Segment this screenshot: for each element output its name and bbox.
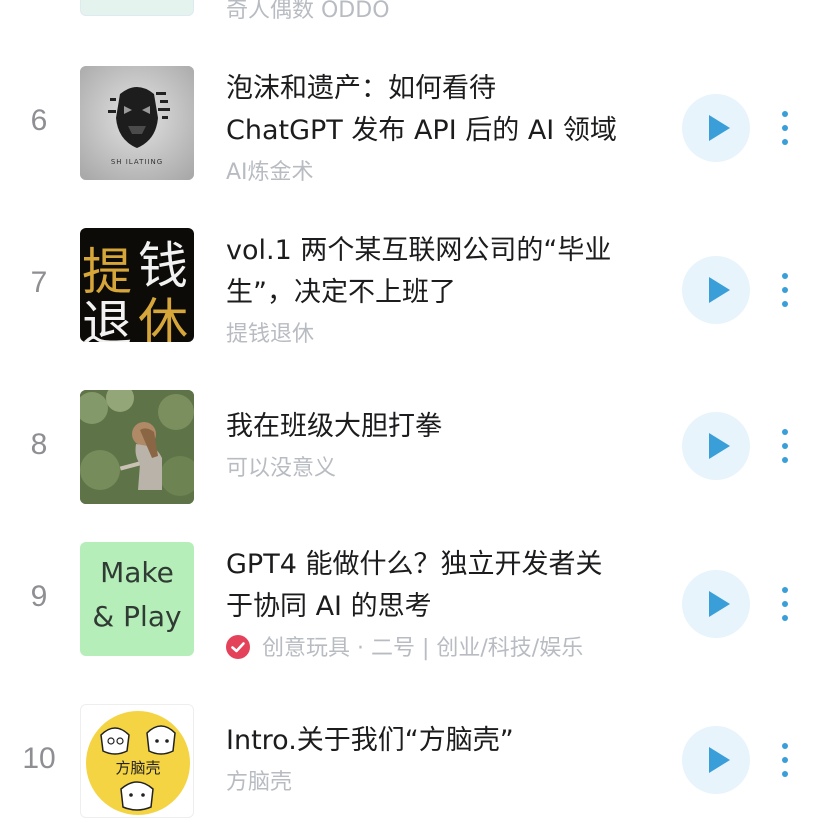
list-item[interactable]: 6 SH ILATIING 泡沫和遗产：如何看待 ChatGPT 发布 API …: [0, 60, 828, 210]
podcast-cover[interactable]: [80, 390, 194, 504]
girl-photo-cover: [80, 390, 194, 504]
rank-number: 9: [30, 580, 48, 613]
rank-number: 6: [30, 104, 48, 137]
episode-title[interactable]: vol.1 两个某互联网公司的“毕业 生”，决定不上班了: [226, 230, 658, 314]
play-button[interactable]: [682, 726, 750, 794]
podcast-author: 提钱退休: [226, 322, 315, 347]
play-button[interactable]: [682, 412, 750, 480]
play-icon: [709, 433, 730, 459]
episode-title[interactable]: 我在班级大胆打拳: [226, 406, 658, 448]
more-options-button[interactable]: [772, 108, 798, 148]
cover-caption: 方脑壳: [115, 759, 161, 777]
cover-caption: SH ILATIING: [110, 158, 164, 166]
list-item[interactable]: 8 我在班级大胆打拳 可以没意义: [0, 384, 828, 514]
episode-title[interactable]: Intro.关于我们“方脑壳”: [226, 720, 658, 762]
more-options-button[interactable]: [772, 426, 798, 466]
play-button[interactable]: [682, 570, 750, 638]
more-options-button[interactable]: [772, 740, 798, 780]
list-item-partial[interactable]: 奇人偶数 ODDO: [0, 0, 828, 30]
podcast-author-row: 创意玩具 · 二号 | 创业/科技/娱乐: [226, 634, 666, 664]
play-icon: [709, 115, 730, 141]
podcast-cover[interactable]: 方脑壳: [80, 704, 194, 818]
rank-number: 8: [30, 428, 48, 461]
more-vertical-icon: [782, 111, 788, 145]
more-options-button[interactable]: [772, 270, 798, 310]
list-item[interactable]: 7 提 钱 退 休 vol.1 两个某互联网公司的“毕业 生”，决定不上班了 提…: [0, 222, 828, 372]
more-vertical-icon: [782, 273, 788, 307]
play-icon: [709, 591, 730, 617]
more-options-button[interactable]: [772, 584, 798, 624]
more-vertical-icon: [782, 429, 788, 463]
podcast-cover[interactable]: SH ILATIING: [80, 66, 194, 180]
verified-check-icon: [226, 635, 250, 659]
podcast-author: 可以没意义: [226, 456, 337, 481]
rank-number: 7: [30, 266, 48, 299]
make-play-cover: Make & Play: [92, 556, 182, 633]
podcast-author: AI炼金术: [226, 160, 314, 185]
play-button[interactable]: [682, 256, 750, 324]
play-button[interactable]: [682, 94, 750, 162]
podcast-author: 方脑壳: [226, 770, 293, 795]
podcast-cover[interactable]: 提 钱 退 休: [80, 228, 194, 342]
podcast-ranking-list: 奇人偶数 ODDO 6 SH ILATIING 泡沫和遗产：如何看待 ChatG…: [0, 0, 828, 828]
podcast-author: 奇人偶数 ODDO: [226, 0, 390, 23]
calligraphy-cover: 提 钱 退 休: [82, 237, 188, 342]
list-item[interactable]: 9 Make & Play GPT4 能做什么？独立开发者关 于协同 AI 的思…: [0, 536, 828, 686]
podcast-cover[interactable]: Make & Play: [80, 542, 194, 656]
more-vertical-icon: [782, 587, 788, 621]
podcast-author: 创意玩具 · 二号 | 创业/科技/娱乐: [262, 636, 584, 661]
play-icon: [709, 747, 730, 773]
play-icon: [709, 277, 730, 303]
episode-title[interactable]: 泡沫和遗产：如何看待 ChatGPT 发布 API 后的 AI 领域: [226, 68, 658, 152]
partial-cover: [80, 0, 194, 16]
rank-number: 10: [22, 742, 56, 775]
episode-title[interactable]: GPT4 能做什么？独立开发者关 于协同 AI 的思考: [226, 544, 658, 628]
list-item[interactable]: 10 方脑壳 Intro.关于我们“方脑壳” 方脑壳: [0, 698, 828, 828]
more-vertical-icon: [782, 743, 788, 777]
